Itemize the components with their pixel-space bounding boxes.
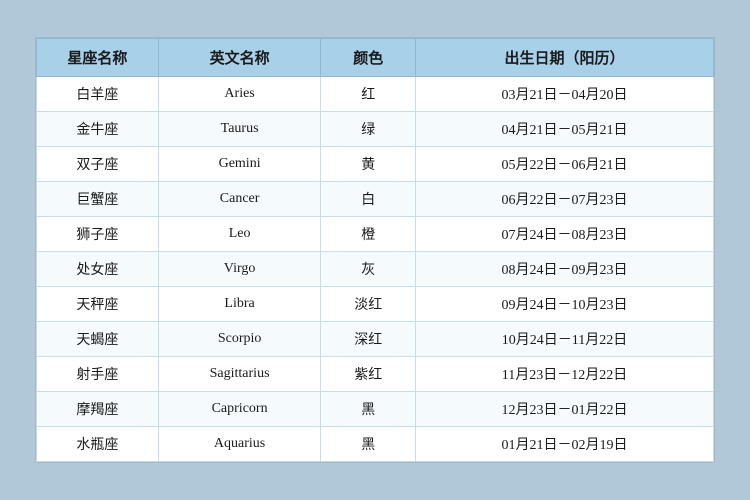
cell-color: 黑 [321,392,416,427]
cell-date: 07月24日－08月23日 [416,217,714,252]
cell-date: 12月23日－01月22日 [416,392,714,427]
cell-zh-name: 白羊座 [37,77,159,112]
table-row: 天蝎座Scorpio深红10月24日－11月22日 [37,322,714,357]
header-color: 颜色 [321,39,416,77]
cell-en-name: Scorpio [158,322,320,357]
header-zh-name: 星座名称 [37,39,159,77]
cell-color: 黄 [321,147,416,182]
header-en-name: 英文名称 [158,39,320,77]
cell-zh-name: 处女座 [37,252,159,287]
cell-zh-name: 摩羯座 [37,392,159,427]
cell-en-name: Leo [158,217,320,252]
cell-zh-name: 巨蟹座 [37,182,159,217]
cell-en-name: Libra [158,287,320,322]
cell-zh-name: 射手座 [37,357,159,392]
header-date: 出生日期（阳历） [416,39,714,77]
cell-color: 淡红 [321,287,416,322]
cell-date: 05月22日－06月21日 [416,147,714,182]
cell-color: 灰 [321,252,416,287]
cell-color: 深红 [321,322,416,357]
cell-en-name: Aquarius [158,427,320,462]
cell-en-name: Cancer [158,182,320,217]
cell-color: 紫红 [321,357,416,392]
cell-color: 白 [321,182,416,217]
cell-zh-name: 金牛座 [37,112,159,147]
cell-en-name: Taurus [158,112,320,147]
cell-date: 01月21日－02月19日 [416,427,714,462]
table-row: 巨蟹座Cancer白06月22日－07月23日 [37,182,714,217]
cell-color: 橙 [321,217,416,252]
table-row: 天秤座Libra淡红09月24日－10月23日 [37,287,714,322]
zodiac-table: 星座名称 英文名称 颜色 出生日期（阳历） 白羊座Aries红03月21日－04… [36,38,714,462]
cell-en-name: Gemini [158,147,320,182]
cell-color: 红 [321,77,416,112]
zodiac-table-container: 星座名称 英文名称 颜色 出生日期（阳历） 白羊座Aries红03月21日－04… [35,37,715,463]
table-row: 射手座Sagittarius紫红11月23日－12月22日 [37,357,714,392]
table-row: 狮子座Leo橙07月24日－08月23日 [37,217,714,252]
cell-date: 09月24日－10月23日 [416,287,714,322]
cell-en-name: Aries [158,77,320,112]
cell-en-name: Capricorn [158,392,320,427]
cell-date: 03月21日－04月20日 [416,77,714,112]
cell-zh-name: 双子座 [37,147,159,182]
table-body: 白羊座Aries红03月21日－04月20日金牛座Taurus绿04月21日－0… [37,77,714,462]
table-header-row: 星座名称 英文名称 颜色 出生日期（阳历） [37,39,714,77]
table-row: 摩羯座Capricorn黑12月23日－01月22日 [37,392,714,427]
cell-en-name: Sagittarius [158,357,320,392]
table-row: 双子座Gemini黄05月22日－06月21日 [37,147,714,182]
cell-en-name: Virgo [158,252,320,287]
cell-zh-name: 水瓶座 [37,427,159,462]
cell-zh-name: 天秤座 [37,287,159,322]
cell-color: 黑 [321,427,416,462]
cell-date: 10月24日－11月22日 [416,322,714,357]
cell-date: 08月24日－09月23日 [416,252,714,287]
table-row: 处女座Virgo灰08月24日－09月23日 [37,252,714,287]
cell-date: 04月21日－05月21日 [416,112,714,147]
table-row: 白羊座Aries红03月21日－04月20日 [37,77,714,112]
cell-date: 06月22日－07月23日 [416,182,714,217]
cell-date: 11月23日－12月22日 [416,357,714,392]
cell-color: 绿 [321,112,416,147]
cell-zh-name: 天蝎座 [37,322,159,357]
cell-zh-name: 狮子座 [37,217,159,252]
table-row: 水瓶座Aquarius黑01月21日－02月19日 [37,427,714,462]
table-row: 金牛座Taurus绿04月21日－05月21日 [37,112,714,147]
